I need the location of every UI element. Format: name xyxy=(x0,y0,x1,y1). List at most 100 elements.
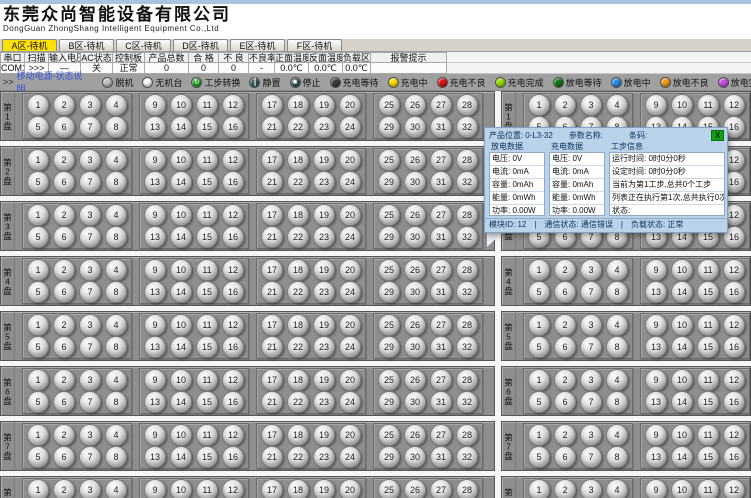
cell-left-4-17[interactable]: 17 xyxy=(261,259,283,281)
cell-right-7-16[interactable]: 16 xyxy=(723,446,745,468)
cell-left-1-16[interactable]: 16 xyxy=(222,116,244,138)
cell-left-7-28[interactable]: 28 xyxy=(456,424,478,446)
cell-right-5-15[interactable]: 15 xyxy=(697,336,719,358)
cell-left-7-10[interactable]: 10 xyxy=(170,424,192,446)
cell-left-2-21[interactable]: 21 xyxy=(261,171,283,193)
cell-left-1-31[interactable]: 31 xyxy=(430,116,452,138)
cell-left-8-19[interactable]: 19 xyxy=(313,479,335,498)
cell-left-5-2[interactable]: 2 xyxy=(53,314,75,336)
cell-left-5-17[interactable]: 17 xyxy=(261,314,283,336)
cell-left-1-2[interactable]: 2 xyxy=(53,94,75,116)
cell-left-1-8[interactable]: 8 xyxy=(105,116,127,138)
cell-left-5-18[interactable]: 18 xyxy=(287,314,309,336)
cell-left-5-11[interactable]: 11 xyxy=(196,314,218,336)
cell-right-4-11[interactable]: 11 xyxy=(697,259,719,281)
cell-right-4-16[interactable]: 16 xyxy=(723,281,745,303)
cell-left-6-5[interactable]: 5 xyxy=(27,391,49,413)
cell-left-6-8[interactable]: 8 xyxy=(105,391,127,413)
cell-left-7-23[interactable]: 23 xyxy=(313,446,335,468)
cell-right-8-10[interactable]: 10 xyxy=(671,479,693,498)
cell-left-6-22[interactable]: 22 xyxy=(287,391,309,413)
cell-left-4-2[interactable]: 2 xyxy=(53,259,75,281)
cell-left-3-18[interactable]: 18 xyxy=(287,204,309,226)
cell-left-6-28[interactable]: 28 xyxy=(456,369,478,391)
cell-left-4-8[interactable]: 8 xyxy=(105,281,127,303)
cell-left-6-32[interactable]: 32 xyxy=(456,391,478,413)
cell-right-6-7[interactable]: 7 xyxy=(580,391,602,413)
cell-left-6-10[interactable]: 10 xyxy=(170,369,192,391)
cell-left-6-4[interactable]: 4 xyxy=(105,369,127,391)
cell-left-6-23[interactable]: 23 xyxy=(313,391,335,413)
cell-left-2-5[interactable]: 5 xyxy=(27,171,49,193)
cell-left-2-6[interactable]: 6 xyxy=(53,171,75,193)
cell-left-1-11[interactable]: 11 xyxy=(196,94,218,116)
cell-left-1-30[interactable]: 30 xyxy=(404,116,426,138)
cell-right-7-15[interactable]: 15 xyxy=(697,446,719,468)
cell-left-4-13[interactable]: 13 xyxy=(144,281,166,303)
cell-left-7-6[interactable]: 6 xyxy=(53,446,75,468)
cell-left-3-28[interactable]: 28 xyxy=(456,204,478,226)
cell-left-1-7[interactable]: 7 xyxy=(79,116,101,138)
cell-left-3-29[interactable]: 29 xyxy=(378,226,400,248)
cell-left-6-15[interactable]: 15 xyxy=(196,391,218,413)
cell-right-8-11[interactable]: 11 xyxy=(697,479,719,498)
cell-left-7-15[interactable]: 15 xyxy=(196,446,218,468)
cell-left-6-16[interactable]: 16 xyxy=(222,391,244,413)
cell-left-5-31[interactable]: 31 xyxy=(430,336,452,358)
cell-left-6-31[interactable]: 31 xyxy=(430,391,452,413)
cell-left-8-11[interactable]: 11 xyxy=(196,479,218,498)
cell-left-7-9[interactable]: 9 xyxy=(144,424,166,446)
cell-left-7-29[interactable]: 29 xyxy=(378,446,400,468)
cell-left-5-5[interactable]: 5 xyxy=(27,336,49,358)
cell-left-3-7[interactable]: 7 xyxy=(79,226,101,248)
cell-right-5-8[interactable]: 8 xyxy=(606,336,628,358)
cell-left-1-18[interactable]: 18 xyxy=(287,94,309,116)
cell-left-8-9[interactable]: 9 xyxy=(144,479,166,498)
cell-left-2-22[interactable]: 22 xyxy=(287,171,309,193)
cell-right-5-10[interactable]: 10 xyxy=(671,314,693,336)
cell-left-1-17[interactable]: 17 xyxy=(261,94,283,116)
cell-left-7-4[interactable]: 4 xyxy=(105,424,127,446)
cell-left-6-14[interactable]: 14 xyxy=(170,391,192,413)
cell-left-5-25[interactable]: 25 xyxy=(378,314,400,336)
cell-left-8-12[interactable]: 12 xyxy=(222,479,244,498)
cell-left-4-15[interactable]: 15 xyxy=(196,281,218,303)
cell-left-4-11[interactable]: 11 xyxy=(196,259,218,281)
cell-left-2-32[interactable]: 32 xyxy=(456,171,478,193)
cell-left-5-24[interactable]: 24 xyxy=(339,336,361,358)
cell-left-3-32[interactable]: 32 xyxy=(456,226,478,248)
cell-right-4-4[interactable]: 4 xyxy=(606,259,628,281)
cell-left-5-8[interactable]: 8 xyxy=(105,336,127,358)
cell-left-7-18[interactable]: 18 xyxy=(287,424,309,446)
cell-left-3-9[interactable]: 9 xyxy=(144,204,166,226)
cell-left-7-20[interactable]: 20 xyxy=(339,424,361,446)
cell-left-4-1[interactable]: 1 xyxy=(27,259,49,281)
cell-left-2-18[interactable]: 18 xyxy=(287,149,309,171)
cell-left-4-4[interactable]: 4 xyxy=(105,259,127,281)
cell-left-3-11[interactable]: 11 xyxy=(196,204,218,226)
cell-right-1-4[interactable]: 4 xyxy=(606,94,628,116)
cell-left-4-14[interactable]: 14 xyxy=(170,281,192,303)
cell-left-7-17[interactable]: 17 xyxy=(261,424,283,446)
cell-right-8-2[interactable]: 2 xyxy=(554,479,576,498)
cell-right-7-8[interactable]: 8 xyxy=(606,446,628,468)
cell-left-4-29[interactable]: 29 xyxy=(378,281,400,303)
cell-left-7-7[interactable]: 7 xyxy=(79,446,101,468)
cell-left-2-7[interactable]: 7 xyxy=(79,171,101,193)
cell-right-5-16[interactable]: 16 xyxy=(723,336,745,358)
cell-left-2-15[interactable]: 15 xyxy=(196,171,218,193)
cell-left-2-8[interactable]: 8 xyxy=(105,171,127,193)
cell-left-1-20[interactable]: 20 xyxy=(339,94,361,116)
cell-right-4-12[interactable]: 12 xyxy=(723,259,745,281)
cell-left-1-15[interactable]: 15 xyxy=(196,116,218,138)
cell-left-1-12[interactable]: 12 xyxy=(222,94,244,116)
cell-left-2-2[interactable]: 2 xyxy=(53,149,75,171)
cell-left-7-11[interactable]: 11 xyxy=(196,424,218,446)
cell-left-4-10[interactable]: 10 xyxy=(170,259,192,281)
cell-left-6-24[interactable]: 24 xyxy=(339,391,361,413)
cell-right-4-2[interactable]: 2 xyxy=(554,259,576,281)
cell-left-7-3[interactable]: 3 xyxy=(79,424,101,446)
cell-left-2-20[interactable]: 20 xyxy=(339,149,361,171)
cell-left-5-12[interactable]: 12 xyxy=(222,314,244,336)
cell-left-7-26[interactable]: 26 xyxy=(404,424,426,446)
